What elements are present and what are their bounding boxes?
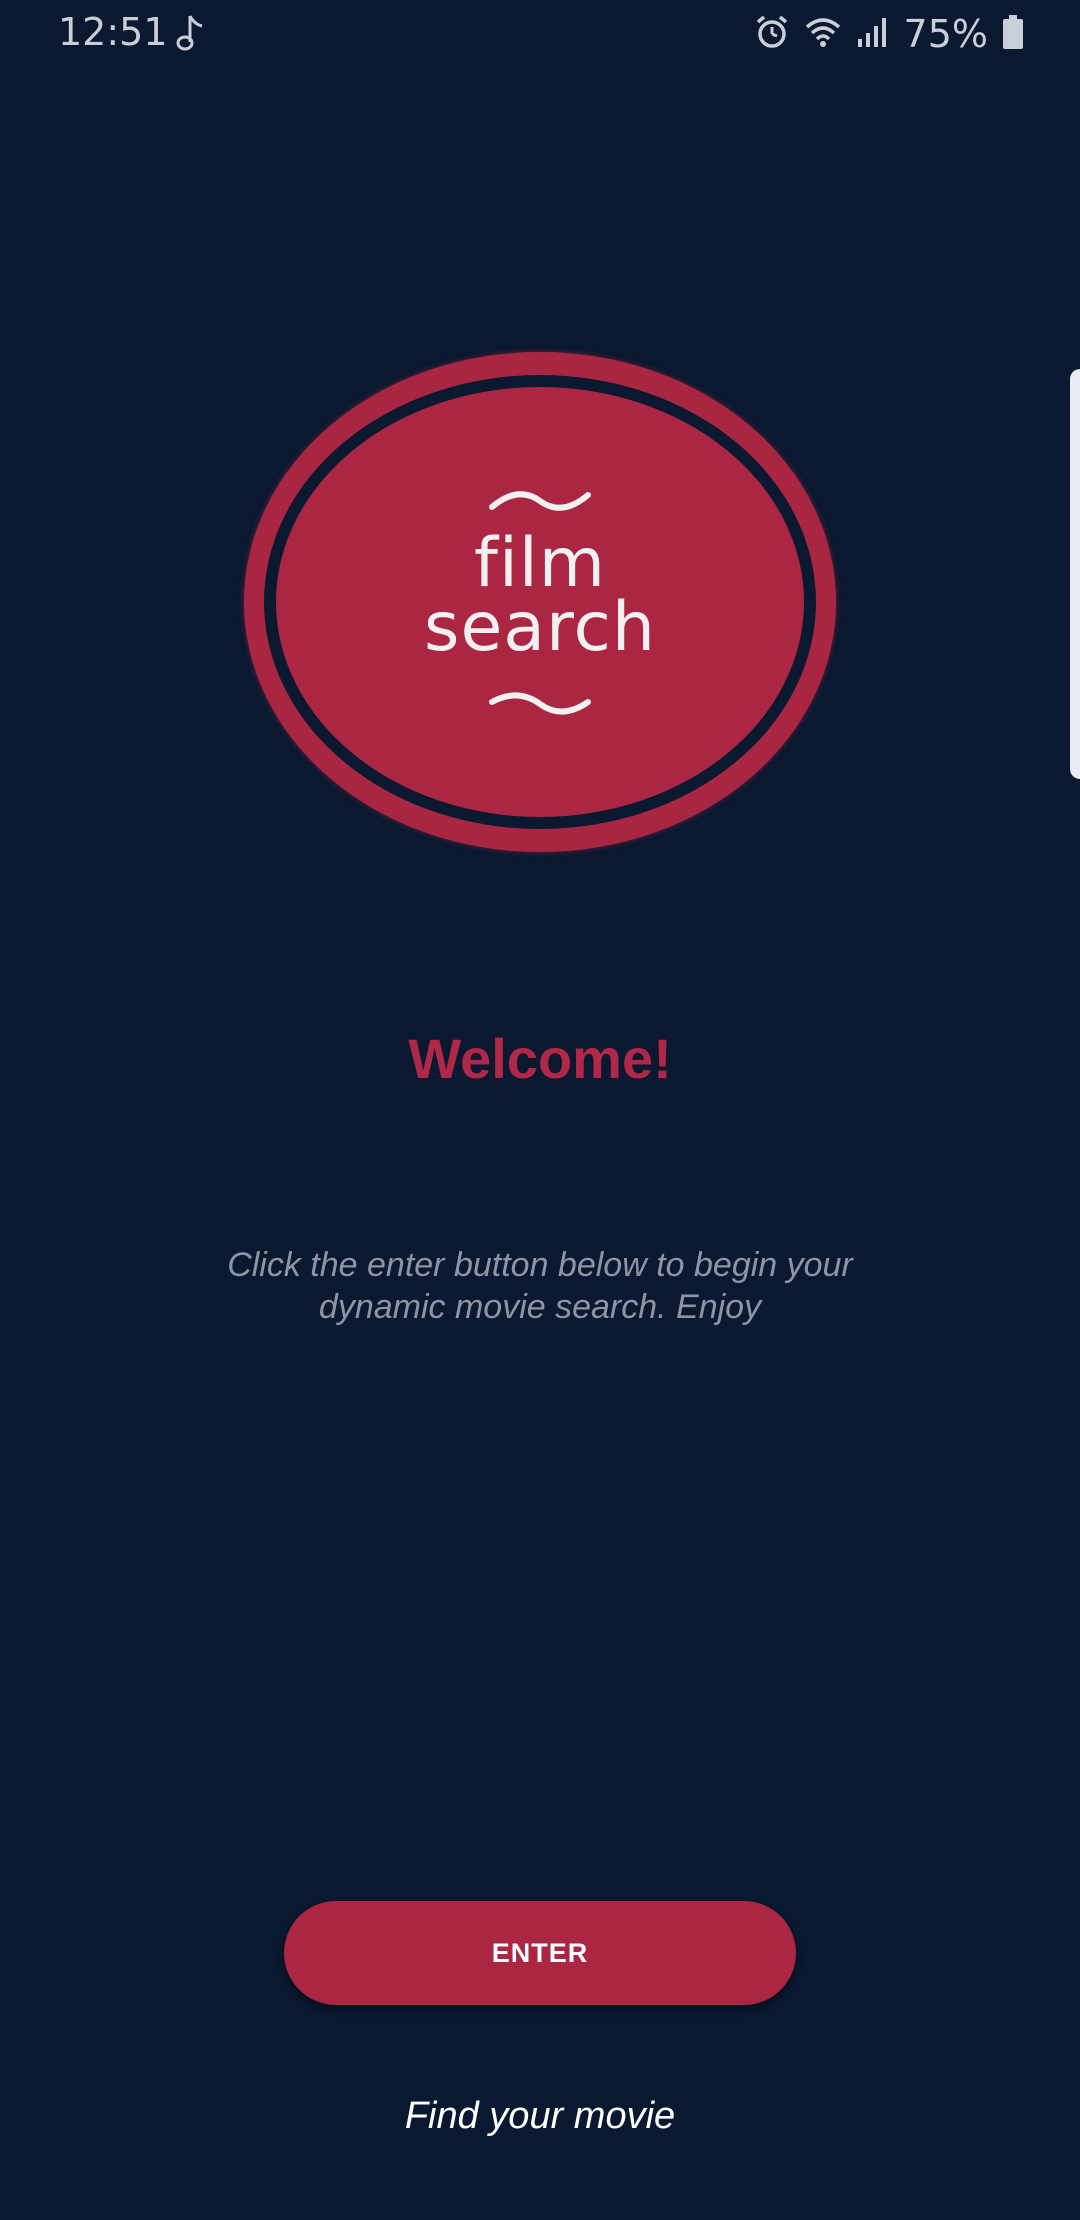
- logo-text-film: film: [474, 524, 606, 603]
- film-search-logo: film search: [244, 352, 836, 852]
- wifi-icon: [804, 15, 842, 53]
- main-content: film search Welcome! Click the enter but…: [0, 64, 1080, 2220]
- signal-icon: [856, 15, 890, 53]
- status-time: 12:51: [58, 10, 168, 54]
- battery-percent: 75%: [903, 12, 988, 56]
- app-screen: 12:51 75% film search Welcome! Click the…: [0, 0, 1080, 2220]
- welcome-message: Click the enter button below to begin yo…: [227, 1246, 853, 1326]
- battery-icon: [1002, 14, 1024, 54]
- status-icons: 75%: [754, 10, 1024, 58]
- footer-tagline: Find your movie: [404, 2095, 676, 2137]
- logo-text-search: search: [424, 588, 656, 667]
- logo-bottom-wave-icon: [489, 692, 591, 715]
- welcome-title: Welcome!: [408, 1027, 672, 1090]
- edge-panel-handle[interactable]: [1070, 369, 1080, 779]
- enter-button[interactable]: ENTER: [284, 1901, 796, 2005]
- status-bar: 12:51 75%: [0, 0, 1080, 64]
- alarm-icon: [754, 14, 790, 54]
- music-note-icon: [176, 12, 206, 52]
- logo-top-wave-icon: [489, 491, 591, 511]
